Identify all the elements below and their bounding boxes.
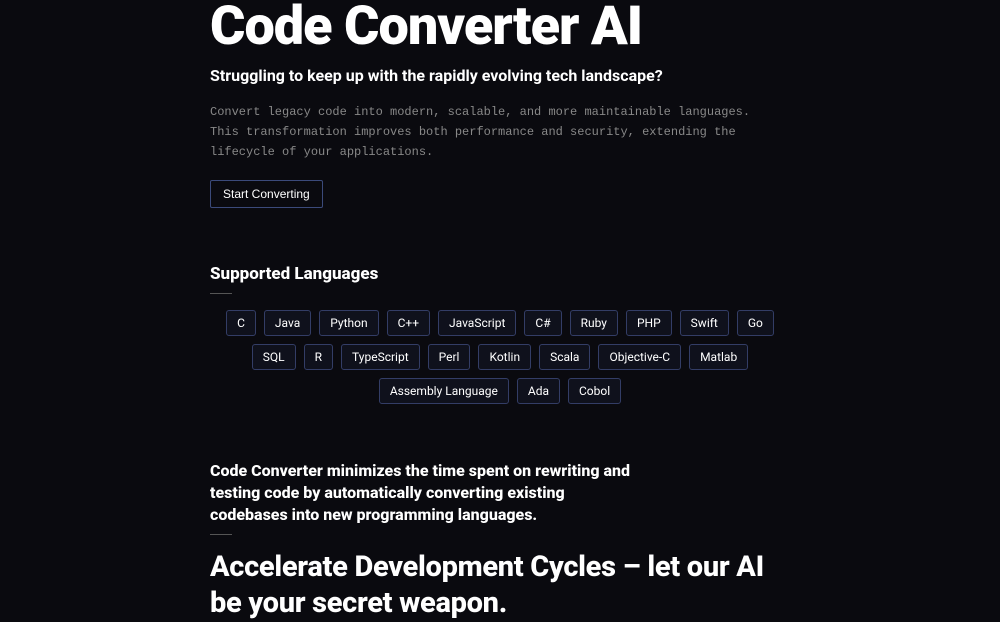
language-tag[interactable]: Swift	[680, 310, 729, 336]
start-converting-button[interactable]: Start Converting	[210, 180, 323, 208]
supported-languages-heading: Supported Languages	[210, 264, 790, 294]
language-tag[interactable]: Python	[319, 310, 378, 336]
language-tag[interactable]: Ruby	[570, 310, 618, 336]
page-description: Convert legacy code into modern, scalabl…	[210, 103, 780, 162]
accelerate-heading: Accelerate Development Cycles – let our …	[210, 549, 790, 622]
language-tag[interactable]: C++	[387, 310, 430, 336]
language-tag[interactable]: Java	[264, 310, 311, 336]
page-subtitle: Struggling to keep up with the rapidly e…	[210, 66, 790, 85]
page-title: Code Converter AI	[210, 0, 790, 54]
language-tag[interactable]: SQL	[252, 344, 296, 370]
language-tag[interactable]: R	[304, 344, 333, 370]
benefit-text: Code Converter minimizes the time spent …	[210, 460, 640, 535]
language-tag[interactable]: Matlab	[689, 344, 748, 370]
language-tag[interactable]: Cobol	[568, 378, 621, 404]
language-tags-container: C Java Python C++ JavaScript C# Ruby PHP Swift Go…	[210, 310, 790, 404]
language-tag[interactable]: Perl	[428, 344, 471, 370]
language-tag[interactable]: Assembly Language	[379, 378, 509, 404]
language-tag[interactable]: Objective-C	[598, 344, 681, 370]
language-tag[interactable]: TypeScript	[341, 344, 420, 370]
language-tag[interactable]: C#	[524, 310, 561, 336]
language-tag[interactable]: C	[226, 310, 256, 336]
language-tag[interactable]: Scala	[539, 344, 590, 370]
language-tag[interactable]: PHP	[626, 310, 672, 336]
language-tag[interactable]: JavaScript	[438, 310, 516, 336]
language-tag[interactable]: Ada	[517, 378, 560, 404]
language-tag[interactable]: Kotlin	[478, 344, 531, 370]
language-tag[interactable]: Go	[737, 310, 774, 336]
